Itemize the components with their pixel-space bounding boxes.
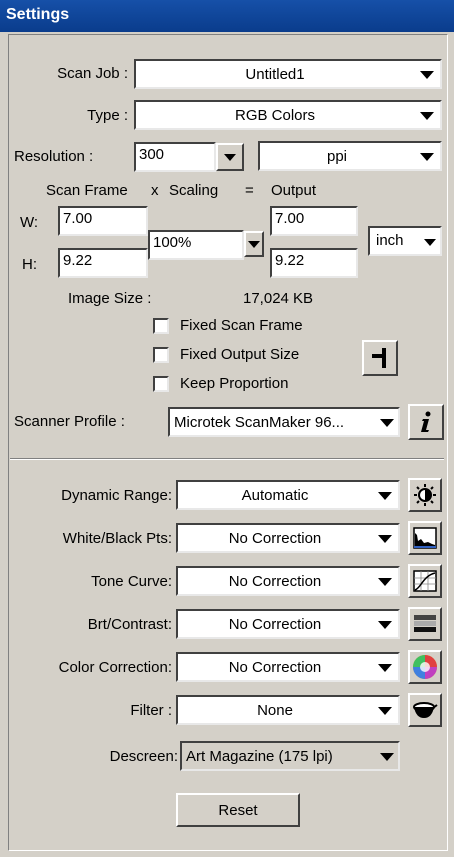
fixed-scan-frame-label: Fixed Scan Frame (180, 317, 303, 334)
section-divider (10, 458, 444, 460)
info-icon (421, 411, 431, 432)
chevron-down-icon (420, 112, 434, 120)
tone-curve-label: Tone Curve: (91, 573, 172, 590)
color-correction-value: No Correction (228, 658, 322, 676)
keep-proportion-label: Keep Proportion (180, 375, 289, 392)
chevron-down-icon (224, 154, 236, 161)
descreen-dropdown[interactable]: Art Magazine (175 lpi) (180, 741, 400, 771)
chevron-down-icon (380, 753, 394, 761)
white-black-pts-label: White/Black Pts: (62, 530, 172, 547)
keep-proportion-checkbox[interactable] (153, 376, 169, 392)
dynamic-range-label: Dynamic Range: (61, 487, 172, 504)
scan-frame-heading: Scan Frame (46, 182, 128, 199)
frame-align-button[interactable] (362, 340, 398, 376)
units-dropdown[interactable]: inch (368, 226, 442, 256)
fixed-output-size-checkbox[interactable] (153, 347, 169, 363)
white-black-pts-button[interactable] (408, 521, 442, 555)
chevron-down-icon (380, 419, 394, 427)
chevron-down-icon (420, 153, 434, 161)
scan-height-input[interactable]: 9.22 (58, 248, 148, 278)
title-bar: Settings (0, 0, 454, 32)
scaling-input[interactable]: 100% (148, 230, 244, 260)
image-size-value: 17,024 KB (243, 290, 314, 307)
equals-sign: = (245, 182, 254, 199)
settings-panel: Settings Scan Job : Untitled1 Type : RGB… (0, 0, 454, 857)
width-label: W: (20, 214, 39, 231)
filter-icon (413, 702, 438, 718)
scaling-dropdown-button[interactable] (244, 231, 264, 257)
output-heading: Output (271, 182, 317, 199)
brt-contrast-button[interactable] (408, 607, 442, 641)
scanner-profile-value: Microtek ScanMaker 96... (174, 413, 345, 431)
descreen-value: Art Magazine (175 lpi) (186, 747, 333, 765)
reset-button[interactable]: Reset (176, 793, 300, 827)
chevron-down-icon (378, 578, 392, 586)
units-value: inch (376, 232, 404, 249)
color-correction-label: Color Correction: (58, 659, 172, 676)
times-sign: x (151, 182, 159, 199)
window-title: Settings (6, 6, 70, 23)
tone-curve-dropdown[interactable]: No Correction (176, 566, 400, 596)
chevron-down-icon (248, 241, 260, 248)
histogram-icon (413, 527, 437, 549)
scan-job-value: Untitled1 (245, 65, 305, 83)
curve-icon (413, 570, 437, 592)
fixed-output-size-label: Fixed Output Size (180, 346, 300, 363)
brightness-icon (414, 484, 436, 506)
profile-info-button[interactable] (408, 404, 444, 440)
color-correction-button[interactable] (408, 650, 442, 684)
white-black-pts-value: No Correction (228, 529, 322, 547)
filter-label: Filter : (130, 702, 172, 719)
tone-curve-button[interactable] (408, 564, 442, 598)
tone-curve-value: No Correction (228, 572, 322, 590)
scan-job-label: Scan Job : (57, 65, 128, 82)
brt-contrast-value: No Correction (228, 615, 322, 633)
image-size-label: Image Size : (68, 290, 152, 307)
scan-job-dropdown[interactable]: Untitled1 (134, 59, 442, 89)
scaling-heading: Scaling (169, 182, 219, 199)
brt-contrast-label: Brt/Contrast: (87, 616, 172, 633)
align-icon (372, 348, 386, 368)
chevron-down-icon (424, 239, 436, 246)
chevron-down-icon (378, 707, 392, 715)
filter-value: None (257, 701, 293, 719)
dynamic-range-button[interactable] (408, 478, 442, 512)
filter-button[interactable] (408, 693, 442, 727)
filter-dropdown[interactable]: None (176, 695, 400, 725)
resolution-dropdown-button[interactable] (216, 143, 244, 171)
fixed-scan-frame-checkbox[interactable] (153, 318, 169, 334)
resolution-unit-dropdown[interactable]: ppi (258, 141, 442, 171)
reset-label: Reset (218, 801, 258, 819)
chevron-down-icon (378, 621, 392, 629)
resolution-label: Resolution : (14, 148, 94, 165)
chevron-down-icon (378, 492, 392, 500)
chevron-down-icon (420, 71, 434, 79)
height-label: H: (22, 256, 37, 273)
type-value: RGB Colors (234, 106, 316, 124)
output-width-input[interactable]: 7.00 (270, 206, 358, 236)
scanner-profile-dropdown[interactable]: Microtek ScanMaker 96... (168, 407, 400, 437)
chevron-down-icon (378, 535, 392, 543)
type-label: Type : (87, 107, 128, 124)
type-dropdown[interactable]: RGB Colors (134, 100, 442, 130)
contrast-icon (414, 615, 436, 632)
output-height-input[interactable]: 9.22 (270, 248, 358, 278)
white-black-pts-dropdown[interactable]: No Correction (176, 523, 400, 553)
color-wheel-icon (413, 655, 437, 679)
scanner-profile-label: Scanner Profile : (14, 413, 125, 430)
dynamic-range-value: Automatic (241, 486, 309, 504)
color-correction-dropdown[interactable]: No Correction (176, 652, 400, 682)
resolution-unit-value: ppi (326, 147, 348, 165)
chevron-down-icon (378, 664, 392, 672)
resolution-input[interactable]: 300 (134, 142, 216, 172)
descreen-label: Descreen: (109, 748, 178, 765)
dynamic-range-dropdown[interactable]: Automatic (176, 480, 400, 510)
brt-contrast-dropdown[interactable]: No Correction (176, 609, 400, 639)
scan-width-input[interactable]: 7.00 (58, 206, 148, 236)
